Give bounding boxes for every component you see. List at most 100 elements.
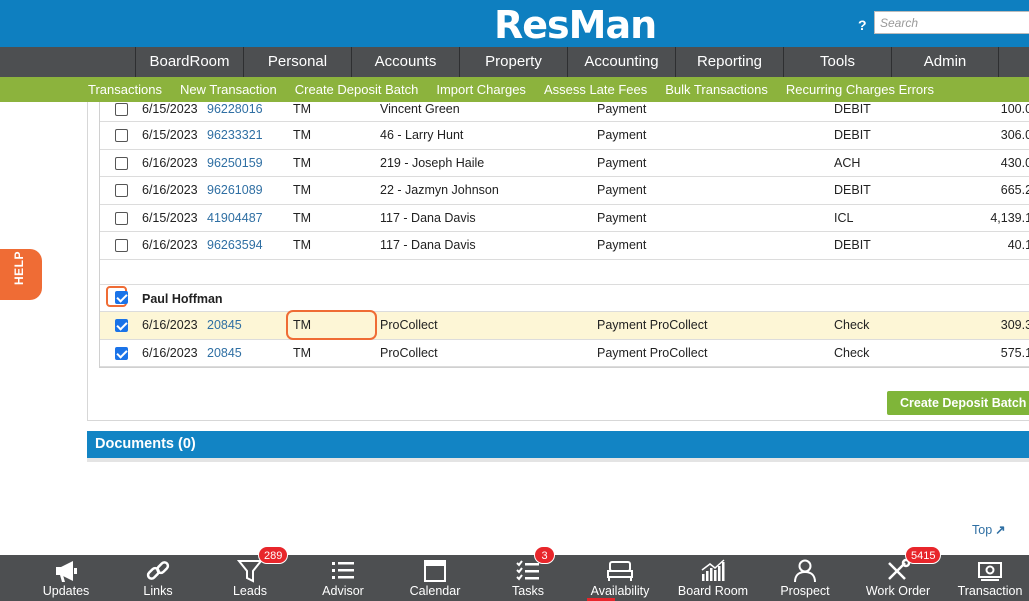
bottom-item-board-room[interactable]: Board Room — [667, 555, 759, 601]
bottom-item-prospect[interactable]: Prospect — [759, 555, 851, 601]
row-checkbox[interactable] — [115, 156, 128, 170]
row-description: Payment — [597, 155, 647, 170]
nav-tools[interactable]: Tools — [783, 47, 891, 77]
bottom-item-label: Work Order — [865, 584, 931, 598]
documents-section-body — [87, 458, 1029, 462]
row-date: 6/16/2023 — [142, 183, 198, 198]
table-row: 6/16/2023 96250159 TM 219 - Joseph Haile… — [100, 150, 1029, 178]
row-number-link[interactable]: 96263594 — [207, 238, 263, 252]
nav-accounting[interactable]: Accounting — [567, 47, 675, 77]
row-by: TM — [293, 102, 312, 116]
bottom-item-label: Board Room — [677, 584, 749, 598]
row-type: DEBIT — [834, 102, 871, 116]
create-deposit-batch-button[interactable]: Create Deposit Batch — [887, 391, 1029, 415]
row-type: DEBIT — [834, 128, 871, 142]
row-amount: 4,139.17 — [990, 210, 1029, 225]
row-type: Check — [834, 345, 870, 360]
bottom-item-leads[interactable]: 289 Leads — [204, 546, 296, 601]
table-row: 6/16/2023 96261089 TM 22 - Jazmyn Johnso… — [100, 177, 1029, 205]
bottom-item-links[interactable]: Links — [112, 555, 204, 601]
bottom-item-label: Tasks — [512, 584, 544, 598]
row-type: DEBIT — [834, 183, 871, 198]
resman-logo[interactable]: ResMan — [494, 4, 657, 46]
bottom-item-label: Updates — [42, 584, 90, 598]
row-name: 117 - Dana Davis — [380, 238, 476, 253]
row-type: Check — [834, 317, 870, 332]
row-number-link[interactable]: 20845 — [207, 346, 242, 360]
table-row: 6/15/2023 96233321 TM 46 - Larry Hunt Pa… — [100, 122, 1029, 150]
search-input[interactable] — [874, 11, 1029, 34]
nav-property[interactable]: Property — [459, 47, 567, 77]
app-root: ResMan ? BoardRoom Personal Accounts Pro… — [0, 0, 1029, 601]
row-amount: 430.00 — [1000, 155, 1029, 170]
row-by: TM — [293, 345, 312, 360]
row-number-link[interactable]: 96233321 — [207, 128, 263, 142]
help-question-icon[interactable]: ? — [858, 17, 867, 33]
row-number-link[interactable]: 20845 — [207, 318, 242, 332]
row-description: Payment ProCollect — [597, 345, 708, 360]
main-nav: BoardRoom Personal Accounts Property Acc… — [0, 47, 1029, 77]
row-checkbox[interactable] — [115, 318, 128, 332]
bottom-item-label: Advisor — [322, 584, 364, 598]
row-number-link[interactable]: 96228016 — [207, 102, 263, 116]
bottom-item-updates[interactable]: Updates — [20, 555, 112, 601]
bottom-item-calendar[interactable]: Calendar — [389, 555, 481, 601]
leads-count-badge: 289 — [258, 546, 289, 564]
row-name: ProCollect — [380, 345, 438, 360]
row-number-link[interactable]: 96261089 — [207, 183, 263, 197]
bottom-item-label: Prospect — [780, 584, 830, 598]
subnav-transactions[interactable]: Transactions — [88, 77, 162, 102]
nav-admin[interactable]: Admin — [891, 47, 999, 77]
chart-icon — [701, 559, 725, 581]
group-header-row: Paul Hoffman — [100, 285, 1029, 312]
row-name: 22 - Jazmyn Johnson — [380, 183, 499, 198]
documents-section-header[interactable]: Documents (0) — [87, 431, 1029, 458]
list-icon — [332, 562, 354, 579]
calendar-icon — [424, 560, 446, 582]
row-number-link[interactable]: 96250159 — [207, 156, 263, 170]
table-row: 6/15/2023 41904487 TM 117 - Dana Davis P… — [100, 205, 1029, 233]
row-date: 6/15/2023 — [142, 210, 198, 225]
nav-personal[interactable]: Personal — [243, 47, 351, 77]
bottom-item-label: Links — [143, 584, 173, 598]
bottom-item-transaction[interactable]: Transaction — [944, 555, 1029, 601]
row-description: Payment — [597, 128, 647, 142]
bed-icon — [607, 561, 633, 581]
group-checkbox[interactable] — [115, 290, 128, 304]
bottom-item-advisor[interactable]: Advisor — [297, 555, 389, 601]
subnav-create-deposit-batch[interactable]: Create Deposit Batch — [295, 77, 419, 102]
row-checkbox[interactable] — [115, 211, 128, 225]
nav-accounts[interactable]: Accounts — [351, 47, 459, 77]
nav-boardroom[interactable]: BoardRoom — [135, 47, 243, 77]
row-date: 6/16/2023 — [142, 238, 198, 253]
row-checkbox[interactable] — [115, 184, 128, 198]
arrow-up-icon: ↗ — [995, 523, 1006, 537]
row-by: TM — [293, 317, 312, 332]
top-link[interactable]: Top ↗ — [972, 522, 1006, 537]
bottom-item-label: Leads — [232, 584, 268, 598]
row-checkbox[interactable] — [115, 239, 128, 253]
subnav-bulk-transactions[interactable]: Bulk Transactions — [665, 77, 768, 102]
bottom-item-label: Transaction — [957, 584, 1023, 598]
help-tab[interactable]: HELP — [0, 249, 42, 300]
row-checkbox[interactable] — [115, 103, 128, 116]
subnav-assess-late-fees[interactable]: Assess Late Fees — [544, 77, 647, 102]
table-row: 6/16/2023 20845 TM ProCollect Payment Pr… — [100, 340, 1029, 368]
row-number-link[interactable]: 41904487 — [207, 211, 263, 225]
bottom-item-work-order[interactable]: 5415 Work Order — [852, 546, 944, 601]
subnav-new-transaction[interactable]: New Transaction — [180, 77, 277, 102]
link-icon — [146, 561, 170, 580]
nav-reporting[interactable]: Reporting — [675, 47, 783, 77]
transactions-table: 6/15/2023 96228016 TM Vincent Green Paym… — [99, 102, 1029, 369]
subnav-recurring-charges-errors[interactable]: Recurring Charges Errors — [786, 77, 934, 102]
subnav-import-charges[interactable]: Import Charges — [436, 77, 526, 102]
bottom-item-availability[interactable]: Availability — [574, 555, 666, 601]
row-name: Vincent Green — [380, 102, 460, 116]
row-amount: 100.00 — [1000, 102, 1029, 116]
row-type: ACH — [834, 155, 861, 170]
top-header: ResMan ? — [0, 0, 1029, 47]
bottom-item-tasks[interactable]: 3 Tasks — [482, 546, 574, 601]
row-checkbox[interactable] — [115, 129, 128, 142]
row-checkbox[interactable] — [115, 346, 128, 360]
sub-nav: Transactions New Transaction Create Depo… — [0, 77, 1029, 102]
